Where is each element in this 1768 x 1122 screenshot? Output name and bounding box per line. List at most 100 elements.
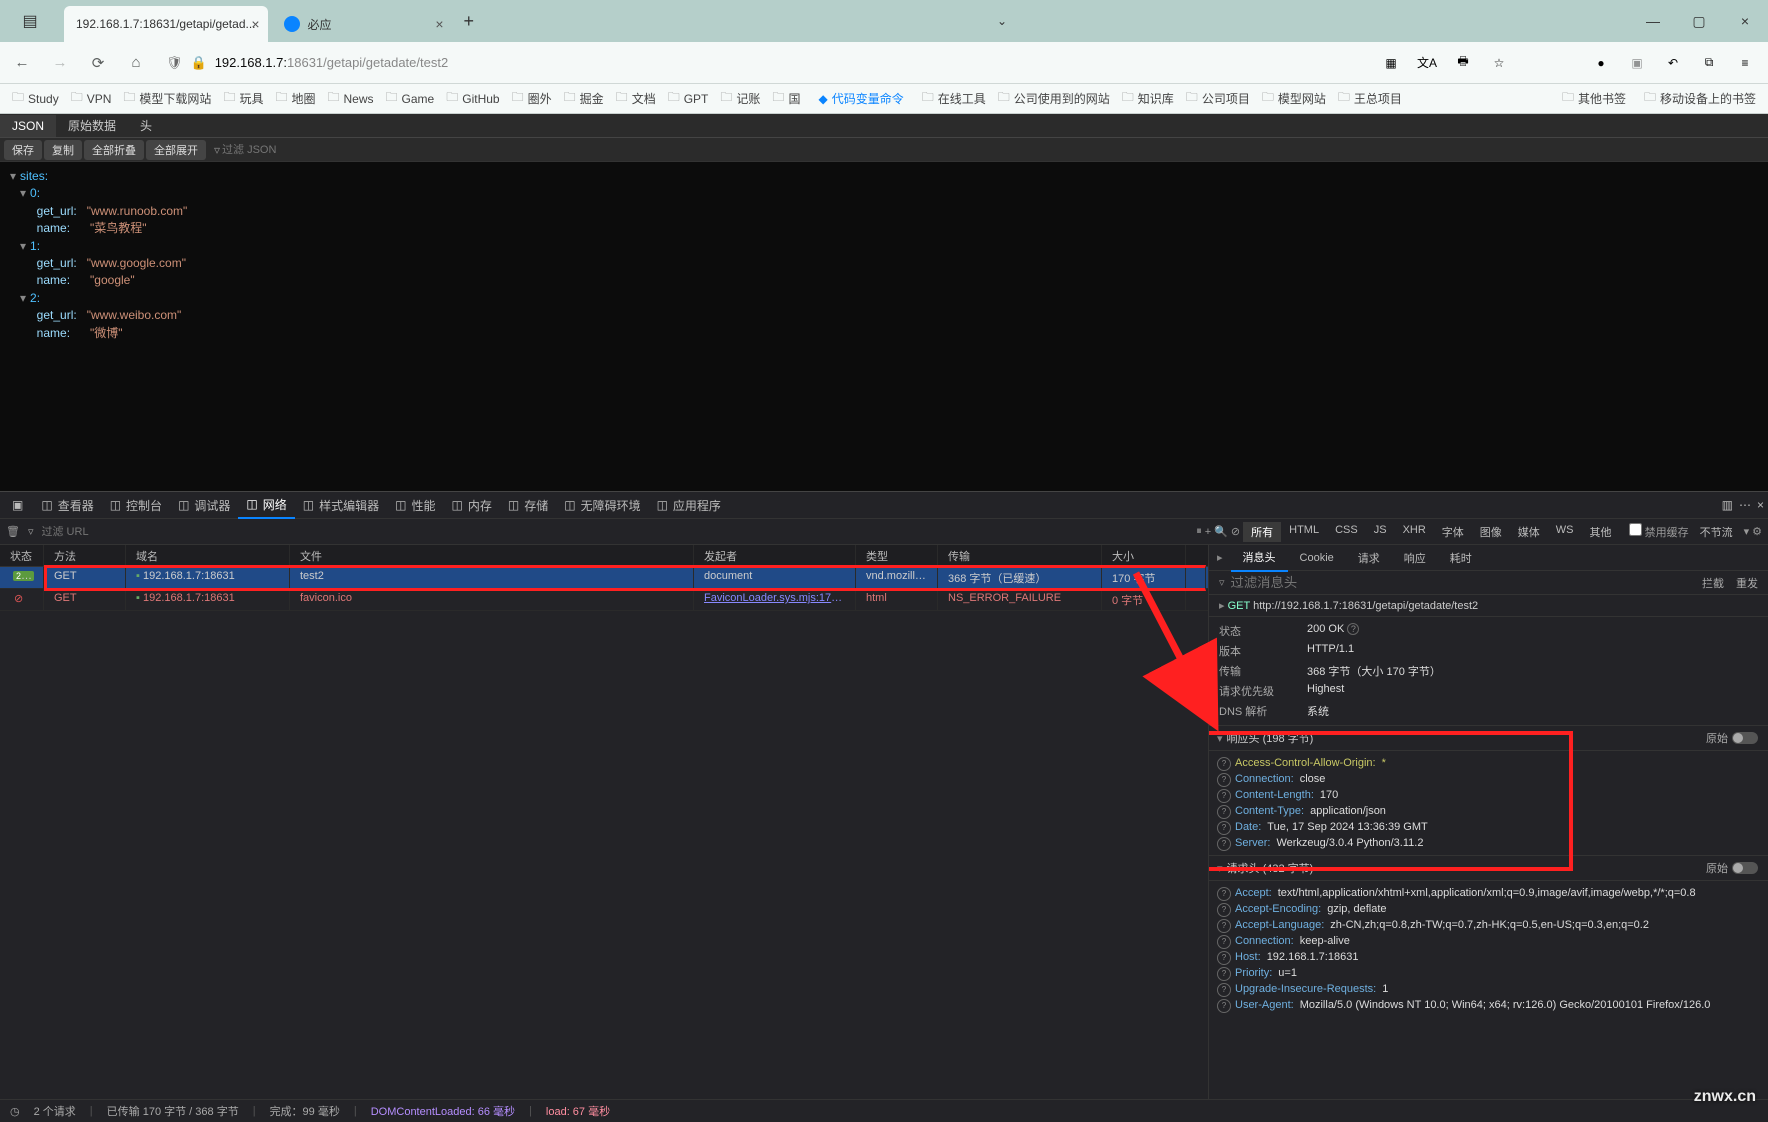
- detail-tab-headers[interactable]: 消息头: [1231, 545, 1288, 572]
- devtools-tab[interactable]: ◫无障碍环境: [556, 492, 648, 519]
- header-filter-input[interactable]: [1231, 575, 1408, 590]
- bookmark-item[interactable]: 🗀Game: [380, 86, 441, 111]
- back-button[interactable]: ←: [8, 49, 36, 77]
- reload-button[interactable]: ⟳: [84, 49, 112, 77]
- close-button[interactable]: ×: [1722, 3, 1768, 39]
- bookmark-item[interactable]: 🗀文档: [610, 86, 662, 111]
- bookmark-item[interactable]: 🗀知识库: [1116, 86, 1180, 111]
- collapse-all-action[interactable]: 全部折叠: [84, 140, 144, 160]
- bookmark-item[interactable]: 🗀公司使用到的网站: [992, 86, 1116, 111]
- close-icon[interactable]: ×: [435, 16, 443, 32]
- detail-tab-cookie[interactable]: Cookie: [1288, 547, 1346, 569]
- devtools-tab[interactable]: ◫调试器: [170, 492, 238, 519]
- search-icon[interactable]: 🔍: [1214, 525, 1228, 538]
- type-chip[interactable]: 字体: [1434, 522, 1472, 542]
- bookmark-item[interactable]: 🗀VPN: [65, 86, 118, 111]
- undo-icon[interactable]: ↶: [1658, 48, 1688, 78]
- plus-icon[interactable]: +: [1205, 526, 1211, 538]
- minimize-button[interactable]: —: [1630, 3, 1676, 39]
- profile-icon[interactable]: ●: [1586, 48, 1616, 78]
- bookmark-item[interactable]: 🗀模型下载网站: [117, 86, 217, 111]
- pause-icon[interactable]: ⏸: [1196, 525, 1202, 538]
- bookmark-item[interactable]: ◆代码变量命令: [812, 88, 909, 109]
- devtools-tab[interactable]: ◫内存: [444, 492, 500, 519]
- devtools-tab[interactable]: ◫存储: [500, 492, 556, 519]
- type-chip[interactable]: 其他: [1582, 522, 1620, 542]
- block-button[interactable]: 拦截: [1702, 575, 1724, 591]
- url-input[interactable]: 🛡 🔒 192.168.1.7:18631/getapi/getadate/te…: [160, 47, 1366, 79]
- bookmark-item[interactable]: 🗀公司项目: [1180, 86, 1256, 111]
- devtools-tab[interactable]: ◫性能: [387, 492, 443, 519]
- bookmark-item[interactable]: 🗀News: [322, 86, 380, 111]
- bookmark-item[interactable]: 🗀模型网站: [1256, 86, 1332, 111]
- json-filter-input[interactable]: [222, 144, 364, 156]
- bookmark-item[interactable]: 🗀移动设备上的书签: [1638, 86, 1762, 111]
- lock-icon[interactable]: 🔒: [191, 55, 207, 71]
- json-tab[interactable]: JSON: [0, 115, 56, 137]
- headers-tab[interactable]: 头: [128, 113, 164, 138]
- devtools-tab[interactable]: ◫网络: [238, 492, 294, 519]
- disable-cache-checkbox[interactable]: [1629, 523, 1642, 536]
- type-chip[interactable]: XHR: [1395, 522, 1434, 542]
- more-icon[interactable]: ⋯: [1739, 498, 1751, 512]
- type-chip[interactable]: JS: [1366, 522, 1395, 542]
- bookmark-item[interactable]: 🗀GitHub: [440, 86, 505, 111]
- type-chip[interactable]: 媒体: [1510, 522, 1548, 542]
- detail-tab-request[interactable]: 请求: [1346, 545, 1392, 571]
- raw-tab[interactable]: 原始数据: [56, 113, 128, 138]
- bookmark-item[interactable]: 🗀圈外: [506, 86, 558, 111]
- block-icon[interactable]: ⊘: [1231, 525, 1240, 538]
- bookmark-item[interactable]: 🗀其他书签: [1556, 86, 1632, 111]
- table-row[interactable]: ⊘GET▪ 192.168.1.7:18631favicon.icoFavico…: [0, 589, 1208, 611]
- type-chip[interactable]: WS: [1548, 522, 1582, 542]
- devtools-close-icon[interactable]: ×: [1757, 498, 1764, 512]
- type-chip[interactable]: 所有: [1243, 522, 1281, 542]
- type-chip[interactable]: 图像: [1472, 522, 1510, 542]
- inspector-picker-icon[interactable]: ▣: [4, 494, 31, 516]
- expand-all-action[interactable]: 全部展开: [146, 140, 206, 160]
- new-tab-button[interactable]: +: [464, 11, 475, 32]
- save-action[interactable]: 保存: [4, 140, 42, 160]
- bookmark-item[interactable]: 🗀国: [766, 86, 806, 111]
- dock-icon[interactable]: ▥: [1722, 498, 1733, 512]
- bookmark-item[interactable]: 🗀王总项目: [1332, 86, 1408, 111]
- bookmark-item[interactable]: 🗀记账: [714, 86, 766, 111]
- bookmark-item[interactable]: 🗀掘金: [558, 86, 610, 111]
- copy-action[interactable]: 复制: [44, 140, 82, 160]
- detail-panel-toggle[interactable]: ▸: [1209, 551, 1231, 564]
- trash-icon[interactable]: 🗑: [6, 525, 20, 538]
- detail-tab-timing[interactable]: 耗时: [1438, 545, 1484, 571]
- throttle-select[interactable]: 不节流: [1692, 522, 1741, 542]
- print-icon[interactable]: 🖶: [1448, 48, 1478, 78]
- menu-icon[interactable]: ≡: [1730, 48, 1760, 78]
- qr-icon[interactable]: ▦: [1376, 48, 1406, 78]
- type-chip[interactable]: CSS: [1327, 522, 1366, 542]
- bookmark-icon[interactable]: ☆: [1484, 48, 1514, 78]
- devtools-tab[interactable]: ◫样式编辑器: [295, 492, 387, 519]
- resend-button[interactable]: 重发: [1736, 575, 1758, 591]
- gear-icon[interactable]: ⚙: [1752, 525, 1762, 538]
- type-chip[interactable]: HTML: [1281, 522, 1327, 542]
- screenshot-icon[interactable]: ▣: [1622, 48, 1652, 78]
- table-row[interactable]: 200GET▪ 192.168.1.7:18631test2documentvn…: [0, 567, 1208, 589]
- bookmark-item[interactable]: 🗀玩具: [217, 86, 269, 111]
- bookmark-item[interactable]: 🗀GPT: [662, 86, 715, 111]
- devtools-tab[interactable]: ◫应用程序: [649, 492, 729, 519]
- translate-icon[interactable]: 文A: [1412, 48, 1442, 78]
- raw-toggle[interactable]: [1732, 732, 1758, 744]
- browser-tab-1[interactable]: 必应 ×: [272, 6, 452, 42]
- bookmark-item[interactable]: 🗀地圈: [269, 86, 321, 111]
- home-button[interactable]: ⌂: [122, 49, 150, 77]
- extensions-icon[interactable]: ⧉: [1694, 48, 1724, 78]
- raw-toggle[interactable]: [1732, 862, 1758, 874]
- forward-button[interactable]: →: [46, 49, 74, 77]
- devtools-tab[interactable]: ◫控制台: [102, 492, 170, 519]
- perf-icon[interactable]: ◷: [10, 1105, 20, 1118]
- tabs-dropdown-icon[interactable]: ⌄: [997, 14, 1007, 28]
- bookmark-item[interactable]: 🗀Study: [6, 86, 65, 111]
- detail-tab-response[interactable]: 响应: [1392, 545, 1438, 571]
- devtools-tab[interactable]: ◫查看器: [33, 492, 101, 519]
- url-filter-input[interactable]: [42, 526, 182, 538]
- shield-icon[interactable]: 🛡: [166, 55, 183, 71]
- bookmark-item[interactable]: 🗀在线工具: [916, 86, 992, 111]
